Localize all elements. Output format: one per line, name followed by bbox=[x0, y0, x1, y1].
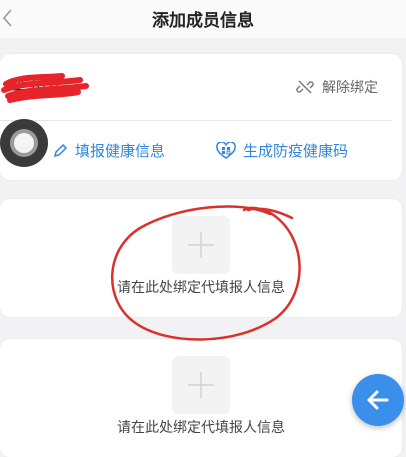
add-proxy-button[interactable] bbox=[172, 216, 230, 274]
generate-health-code-button[interactable]: 生成防疫健康码 bbox=[216, 140, 348, 161]
unlink-icon bbox=[296, 80, 314, 94]
unbind-button[interactable]: 解除绑定 bbox=[296, 76, 378, 98]
generate-health-code-label: 生成防疫健康码 bbox=[243, 142, 349, 160]
bind-proxy-text: 请在此处绑定代填报人信息 bbox=[117, 420, 285, 436]
top-bar: 添加成员信息 bbox=[0, 0, 406, 38]
page-title: 添加成员信息 bbox=[152, 11, 254, 31]
health-code-icon bbox=[216, 141, 236, 159]
divider bbox=[0, 120, 392, 121]
bind-proxy-slot[interactable]: 请在此处绑定代填报人信息 bbox=[0, 339, 402, 457]
arrow-left-icon bbox=[367, 390, 389, 410]
bind-proxy-slot[interactable]: 请在此处绑定代填报人信息 bbox=[0, 199, 402, 317]
back-fab-button[interactable] bbox=[352, 374, 404, 426]
member-card: 李付民 解除绑定 填报健康信息 生成防疫健康码 bbox=[0, 54, 402, 180]
redaction-scribble bbox=[1, 73, 89, 103]
avatar-redaction bbox=[0, 119, 48, 167]
fill-health-info-button[interactable]: 填报健康信息 bbox=[52, 140, 165, 161]
bind-proxy-text: 请在此处绑定代填报人信息 bbox=[117, 280, 285, 296]
fill-health-info-label: 填报健康信息 bbox=[75, 142, 166, 160]
add-proxy-button[interactable] bbox=[172, 356, 230, 414]
plus-icon bbox=[188, 372, 214, 398]
plus-icon bbox=[188, 232, 214, 258]
unbind-label: 解除绑定 bbox=[322, 80, 378, 96]
edit-icon bbox=[53, 143, 68, 157]
